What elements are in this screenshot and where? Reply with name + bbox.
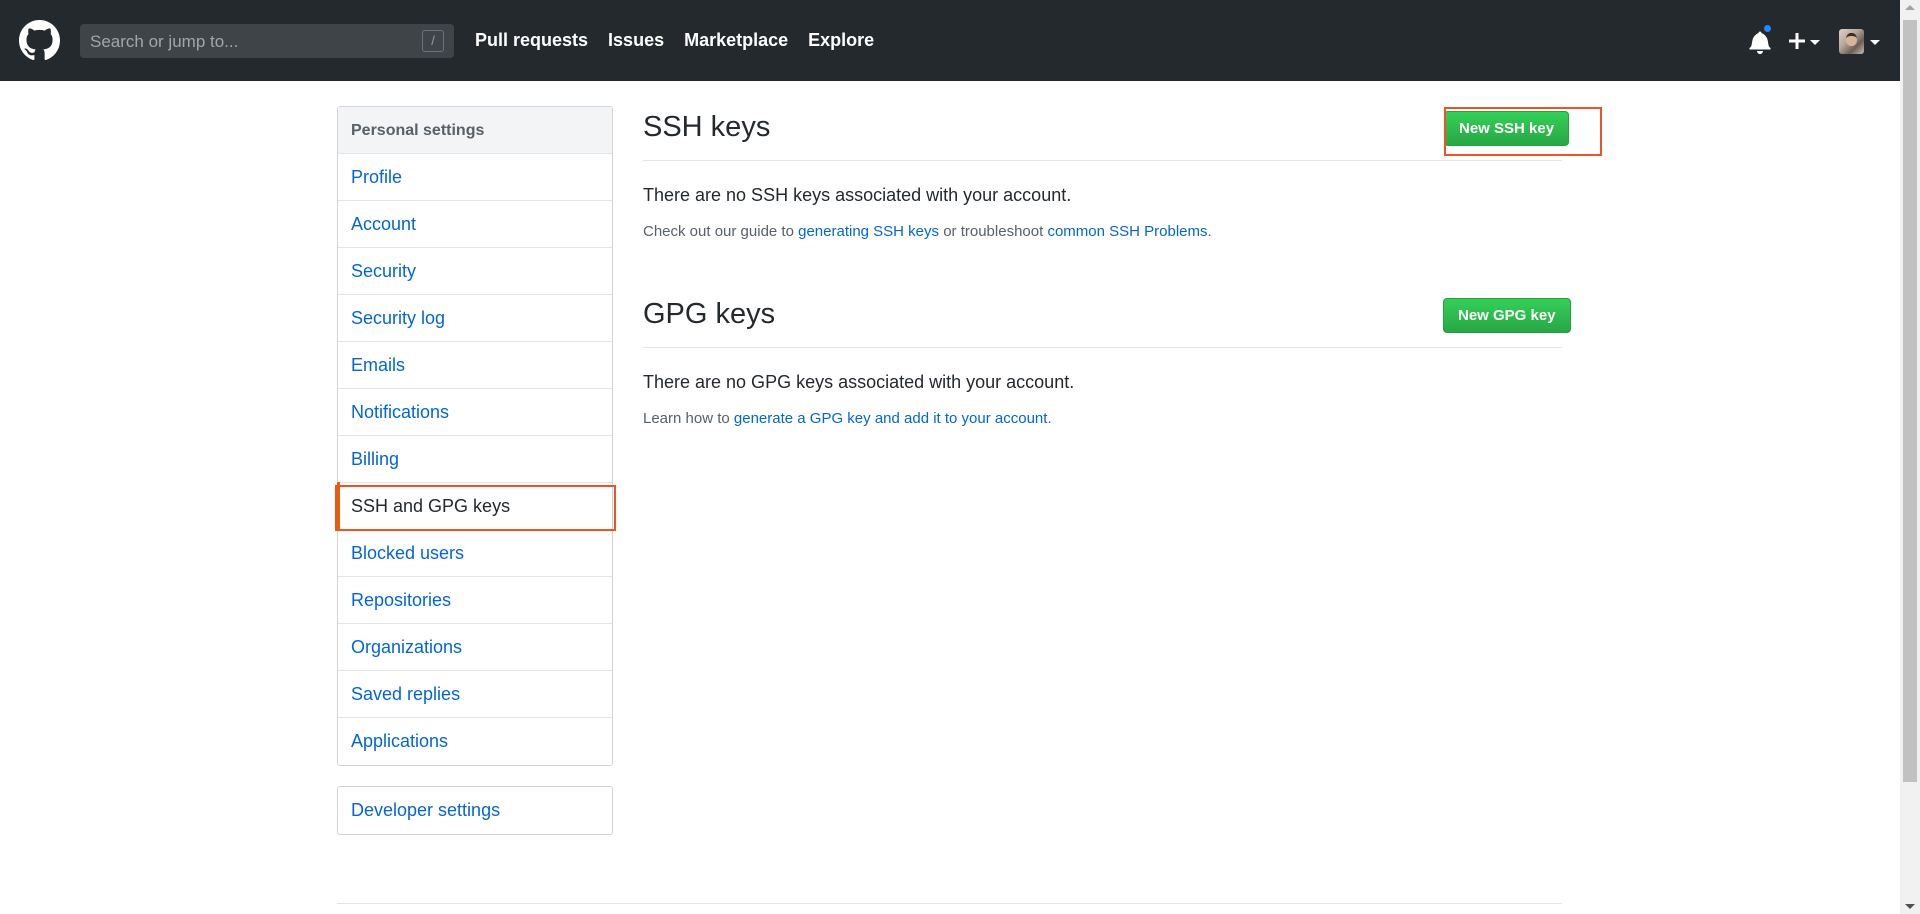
header-nav: Pull requests Issues Marketplace Explore [475, 30, 874, 51]
ssh-blank-message: There are no SSH keys associated with yo… [643, 185, 1072, 205]
divider [643, 347, 1562, 348]
footer-divider [337, 903, 1562, 904]
nav-issues[interactable]: Issues [608, 30, 664, 51]
scroll-down-arrow-icon[interactable] [1905, 904, 1915, 909]
common-ssh-problems-link[interactable]: common SSH Problems [1047, 223, 1207, 240]
generate-gpg-key-link[interactable]: generate a GPG key and add it to your ac… [734, 410, 1048, 427]
chevron-down-icon [1870, 40, 1880, 45]
search-placeholder: Search or jump to... [90, 32, 239, 51]
search-shortcut-key: / [422, 30, 444, 52]
sidebar-item-billing[interactable]: Billing [338, 436, 612, 483]
sidebar-item-security-log[interactable]: Security log [338, 295, 612, 342]
ssh-note-prefix: Check out our guide to [643, 223, 799, 240]
plus-icon [1789, 33, 1805, 49]
page-scrollbar[interactable] [1900, 0, 1920, 914]
sidebar-item-applications[interactable]: Applications [338, 718, 612, 765]
notification-unread-dot [1762, 23, 1773, 34]
ssh-note-middle: or troubleshoot [939, 223, 1048, 240]
sidebar-item-account[interactable]: Account [338, 201, 612, 248]
sidebar-heading: Personal settings [338, 107, 612, 154]
gpg-note-prefix: Learn how to [643, 410, 734, 427]
gpg-blank-message: There are no GPG keys associated with yo… [643, 372, 1075, 392]
annotation-highlight-ssh-button [1444, 107, 1602, 156]
ssh-help-note: Check out our guide to generating SSH ke… [643, 223, 1212, 240]
gpg-note-suffix: . [1047, 410, 1052, 427]
sidebar-item-saved-replies[interactable]: Saved replies [338, 671, 612, 718]
divider [643, 160, 1562, 161]
ssh-note-suffix: . [1207, 223, 1212, 240]
sidebar-item-blocked-users[interactable]: Blocked users [338, 530, 612, 577]
generating-ssh-keys-link[interactable]: generating SSH keys [798, 223, 939, 240]
sidebar-item-developer-settings[interactable]: Developer settings [338, 787, 612, 834]
sidebar-item-profile[interactable]: Profile [338, 154, 612, 201]
sidebar-item-emails[interactable]: Emails [338, 342, 612, 389]
sidebar-item-repositories[interactable]: Repositories [338, 577, 612, 624]
gpg-keys-title: GPG keys [643, 298, 776, 330]
user-menu-dropdown[interactable] [1839, 29, 1881, 55]
settings-sidebar: Personal settings Profile Account Securi… [337, 106, 613, 766]
developer-settings-box: Developer settings [337, 786, 613, 835]
gpg-help-note: Learn how to generate a GPG key and add … [643, 410, 1052, 427]
sidebar-item-security[interactable]: Security [338, 248, 612, 295]
annotation-highlight-sidebar [335, 485, 616, 531]
github-logo-icon[interactable] [19, 20, 60, 61]
nav-explore[interactable]: Explore [808, 30, 874, 51]
search-input[interactable]: Search or jump to... / [80, 24, 454, 58]
scroll-up-arrow-icon[interactable] [1905, 5, 1915, 10]
chevron-down-icon [1810, 40, 1820, 45]
avatar [1839, 29, 1864, 54]
sidebar-item-notifications[interactable]: Notifications [338, 389, 612, 436]
ssh-keys-title: SSH keys [643, 111, 771, 143]
new-gpg-key-button[interactable]: New GPG key [1443, 298, 1571, 333]
nav-pull-requests[interactable]: Pull requests [475, 30, 588, 51]
create-new-dropdown[interactable] [1787, 28, 1821, 54]
sidebar-item-organizations[interactable]: Organizations [338, 624, 612, 671]
app-header: Search or jump to... / Pull requests Iss… [0, 0, 1900, 81]
scrollbar-thumb[interactable] [1903, 20, 1917, 782]
nav-marketplace[interactable]: Marketplace [684, 30, 788, 51]
